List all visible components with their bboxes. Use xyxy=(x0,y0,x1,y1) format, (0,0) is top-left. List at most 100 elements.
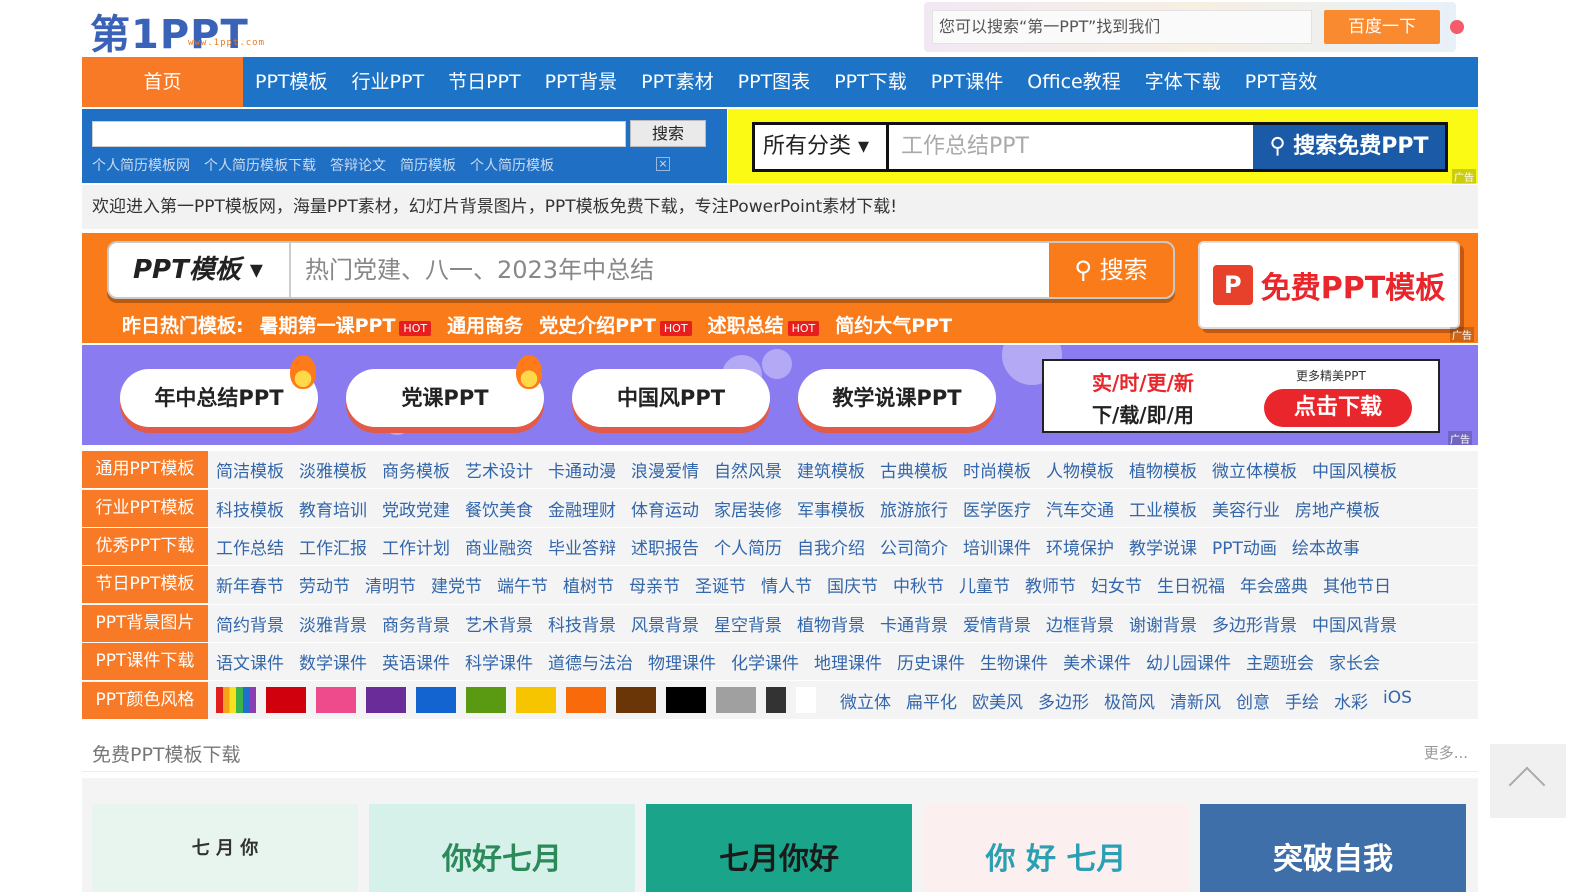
category-link[interactable]: 家长会 xyxy=(1329,649,1380,674)
category-link[interactable]: 房地产模板 xyxy=(1295,496,1380,521)
category-link[interactable]: 美容行业 xyxy=(1212,496,1280,521)
download-cta-box[interactable]: 实/时/更/新 下/载/即/用 更多精美PPT 点击下载 xyxy=(1042,359,1440,433)
category-link[interactable]: 医学医疗 xyxy=(963,496,1031,521)
category-link[interactable]: 中国风模板 xyxy=(1312,457,1397,482)
category-select[interactable]: 所有分类 ▾ xyxy=(755,125,889,169)
category-label[interactable]: PPT背景图片 xyxy=(82,604,208,642)
category-link[interactable]: 地理课件 xyxy=(814,649,882,674)
category-link[interactable]: 主题班会 xyxy=(1246,649,1314,674)
nav-item[interactable]: PPT音效 xyxy=(1233,57,1330,107)
nav-item[interactable]: Office教程 xyxy=(1015,57,1132,107)
category-link[interactable]: 工作总结 xyxy=(216,534,284,559)
category-link[interactable]: 英语课件 xyxy=(382,649,450,674)
category-link[interactable]: 教师节 xyxy=(1025,572,1076,597)
category-link[interactable]: 谢谢背景 xyxy=(1129,611,1197,636)
category-link[interactable]: 人物模板 xyxy=(1046,457,1114,482)
category-link[interactable]: 妇女节 xyxy=(1091,572,1142,597)
category-link[interactable]: 淡雅模板 xyxy=(299,457,367,482)
site-logo[interactable]: 第1PPT www.1ppt.com xyxy=(90,4,300,58)
category-link[interactable]: 科技模板 xyxy=(216,496,284,521)
style-link[interactable]: 清新风 xyxy=(1170,688,1221,713)
category-link[interactable]: 爱情背景 xyxy=(963,611,1031,636)
style-link[interactable]: 手绘 xyxy=(1285,688,1319,713)
template-thumbnail[interactable]: 你好七月 xyxy=(369,804,635,892)
style-link[interactable]: iOS xyxy=(1383,688,1412,713)
category-link[interactable]: 工业模板 xyxy=(1129,496,1197,521)
close-icon[interactable]: × xyxy=(656,157,670,171)
nav-item[interactable]: PPT背景 xyxy=(533,57,630,107)
category-link[interactable]: 汽车交通 xyxy=(1046,496,1114,521)
category-link[interactable]: 母亲节 xyxy=(629,572,680,597)
category-link[interactable]: 党政党建 xyxy=(382,496,450,521)
category-link[interactable]: 述职报告 xyxy=(631,534,699,559)
category-link[interactable]: 生物课件 xyxy=(980,649,1048,674)
hot-item[interactable]: 党史介绍PPT HOT xyxy=(539,311,692,338)
category-link[interactable]: 儿童节 xyxy=(959,572,1010,597)
topic-pill[interactable]: 年中总结PPT xyxy=(120,355,318,427)
category-link[interactable]: 简洁模板 xyxy=(216,457,284,482)
suggestion-link[interactable]: 个人简历模板 xyxy=(470,155,554,175)
category-link[interactable]: 商务背景 xyxy=(382,611,450,636)
category-link[interactable]: 个人简历 xyxy=(714,534,782,559)
color-swatch[interactable] xyxy=(216,687,256,714)
category-link[interactable]: 数学课件 xyxy=(299,649,367,674)
category-link[interactable]: 化学课件 xyxy=(731,649,799,674)
template-thumbnail[interactable]: 你 好 七月 xyxy=(923,804,1189,892)
style-link[interactable]: 创意 xyxy=(1236,688,1270,713)
category-link[interactable]: 艺术背景 xyxy=(465,611,533,636)
promo-type-select[interactable]: PPT模板 ▾ xyxy=(109,243,291,297)
category-link[interactable]: 年会盛典 xyxy=(1240,572,1308,597)
category-link[interactable]: 时尚模板 xyxy=(963,457,1031,482)
category-label[interactable]: 通用PPT模板 xyxy=(82,451,208,489)
promo-search-input[interactable]: 热门党建、八一、2023年中总结 xyxy=(305,243,654,297)
nav-item[interactable]: PPT图表 xyxy=(726,57,823,107)
category-link[interactable]: 环境保护 xyxy=(1046,534,1114,559)
category-link[interactable]: 历史课件 xyxy=(897,649,965,674)
category-link[interactable]: 幼儿园课件 xyxy=(1146,649,1231,674)
suggestion-link[interactable]: 简历模板 xyxy=(400,155,456,175)
ad-search-input[interactable]: 工作总结PPT xyxy=(889,125,1253,169)
nav-item[interactable]: 字体下载 xyxy=(1133,57,1233,107)
site-search-input[interactable] xyxy=(92,121,626,147)
nav-item[interactable]: 行业PPT xyxy=(340,57,437,107)
template-thumbnail[interactable]: 突破自我 xyxy=(1200,804,1466,892)
ad-search-button[interactable]: ⚲ 搜索免费PPT xyxy=(1253,125,1445,169)
color-swatch[interactable] xyxy=(716,687,756,714)
category-link[interactable]: 星空背景 xyxy=(714,611,782,636)
category-link[interactable]: 自我介绍 xyxy=(797,534,865,559)
category-link[interactable]: 工作计划 xyxy=(382,534,450,559)
style-link[interactable]: 水彩 xyxy=(1334,688,1368,713)
category-link[interactable]: 体育运动 xyxy=(631,496,699,521)
category-link[interactable]: PPT动画 xyxy=(1212,534,1277,559)
category-link[interactable]: 商业融资 xyxy=(465,534,533,559)
category-link[interactable]: 其他节日 xyxy=(1323,572,1391,597)
category-link[interactable]: 淡雅背景 xyxy=(299,611,367,636)
nav-item[interactable]: 节日PPT xyxy=(436,57,533,107)
category-link[interactable]: 古典模板 xyxy=(880,457,948,482)
category-link[interactable]: 旅游旅行 xyxy=(880,496,948,521)
category-link[interactable]: 商务模板 xyxy=(382,457,450,482)
category-link[interactable]: 家居装修 xyxy=(714,496,782,521)
category-link[interactable]: 浪漫爱情 xyxy=(631,457,699,482)
style-link[interactable]: 多边形 xyxy=(1038,688,1089,713)
template-thumbnail[interactable]: 七 月 你 xyxy=(92,804,358,892)
category-link[interactable]: 物理课件 xyxy=(648,649,716,674)
category-link[interactable]: 教育培训 xyxy=(299,496,367,521)
category-link[interactable]: 中国风背景 xyxy=(1312,611,1397,636)
category-link[interactable]: 劳动节 xyxy=(299,572,350,597)
category-label[interactable]: 优秀PPT下载 xyxy=(82,527,208,565)
color-swatch[interactable] xyxy=(796,687,816,714)
category-link[interactable]: 新年春节 xyxy=(216,572,284,597)
hot-item[interactable]: 暑期第一课PPT HOT xyxy=(260,311,432,338)
hot-item[interactable]: 述职总结 HOT xyxy=(708,311,820,338)
category-link[interactable]: 植物模板 xyxy=(1129,457,1197,482)
nav-item[interactable]: 首页 xyxy=(82,57,243,107)
category-link[interactable]: 金融理财 xyxy=(548,496,616,521)
category-link[interactable]: 中秋节 xyxy=(893,572,944,597)
category-link[interactable]: 美术课件 xyxy=(1063,649,1131,674)
topic-pill[interactable]: 党课PPT xyxy=(346,355,544,427)
category-link[interactable]: 绘本故事 xyxy=(1292,534,1360,559)
category-link[interactable]: 艺术设计 xyxy=(465,457,533,482)
suggestion-link[interactable]: 答辩论文 xyxy=(330,155,386,175)
category-link[interactable]: 微立体模板 xyxy=(1212,457,1297,482)
